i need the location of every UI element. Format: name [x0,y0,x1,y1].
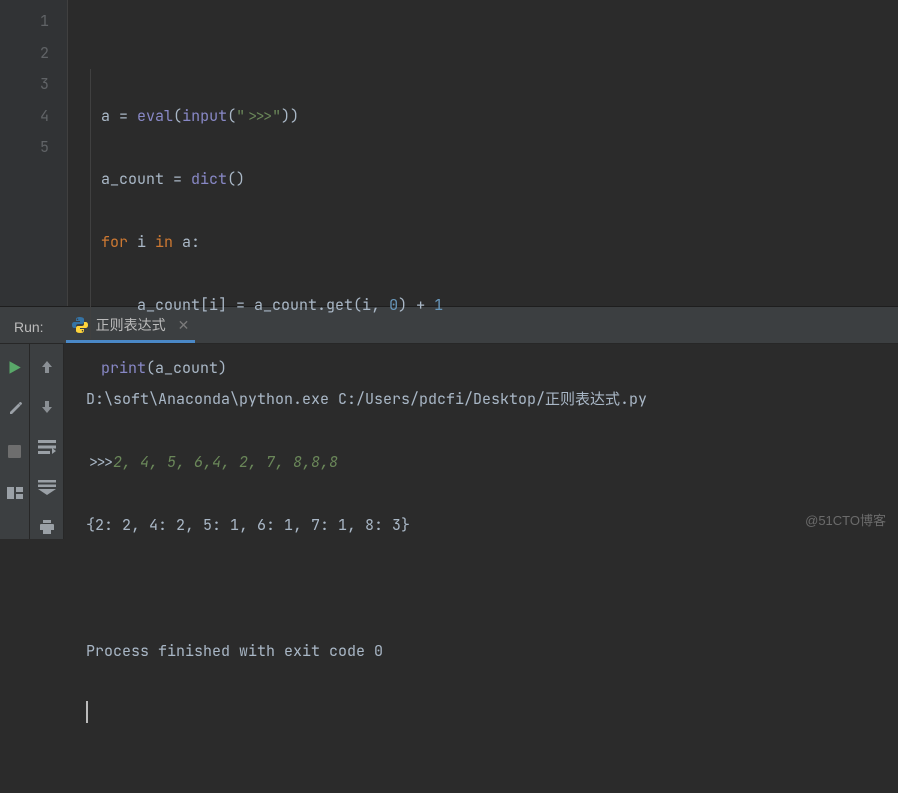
console-line: Process finished with exit code 0 [86,636,898,668]
python-file-icon [72,317,88,333]
up-button[interactable] [36,356,58,378]
down-button[interactable] [36,396,58,418]
run-left-toolbar [0,344,30,539]
scroll-to-end-button[interactable] [36,476,58,498]
code-line[interactable]: a_count[i] = a_count.get(i, 0) + 1 [101,290,898,322]
line-number: 5 [0,132,49,164]
watermark: @51CTO博客 [805,510,886,529]
print-button[interactable] [36,516,58,538]
rerun-button[interactable] [4,356,26,378]
stop-button[interactable] [4,440,26,462]
gutter: 1 2 3 4 5 [0,0,68,306]
console-caret-line [86,699,898,731]
code-line[interactable]: a = eval(input(">>>")) [101,101,898,133]
soft-wrap-button[interactable] [36,436,58,458]
run-label: Run: [14,319,44,343]
edit-config-button[interactable] [4,398,26,420]
console-line [86,573,898,605]
code-line[interactable]: a_count = dict() [101,164,898,196]
code-line[interactable]: for i in a: [101,227,898,259]
run-secondary-toolbar [30,344,64,539]
console-line: >>>2, 4, 5, 6,4, 2, 7, 8,8,8 [86,447,898,479]
line-number: 1 [0,6,49,38]
code-editor[interactable]: 1 2 3 4 5 a = eval(input(">>>")) a_count… [0,0,898,307]
line-number: 3 [0,69,49,101]
code-line[interactable]: print(a_count) [101,353,898,385]
layout-button[interactable] [4,482,26,504]
line-number: 2 [0,38,49,70]
console-line: {2: 2, 4: 2, 5: 1, 6: 1, 7: 1, 8: 3} [86,510,898,542]
code-area[interactable]: a = eval(input(">>>")) a_count = dict() … [68,0,898,306]
line-number: 4 [0,101,49,133]
